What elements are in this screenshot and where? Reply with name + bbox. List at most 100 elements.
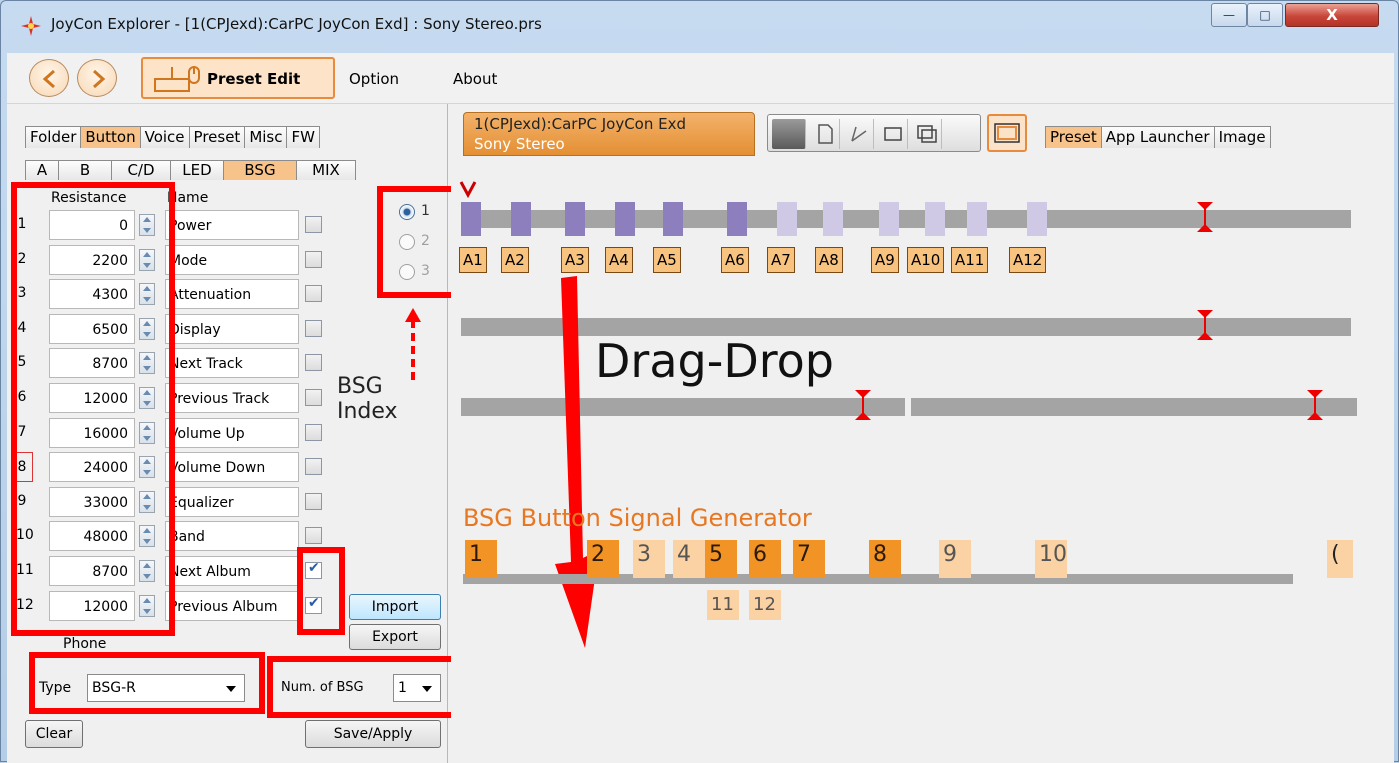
tab-folder[interactable]: Folder (25, 126, 82, 148)
tab-mix[interactable]: MIX (296, 160, 356, 180)
close-button[interactable]: X (1285, 3, 1379, 27)
button-slot[interactable] (663, 202, 683, 236)
resistance-input[interactable]: 4300 (49, 279, 135, 310)
forward-button[interactable] (77, 59, 117, 97)
resistance-input[interactable]: 24000 (49, 452, 135, 483)
bsg-button-1[interactable]: 1 (465, 540, 497, 578)
resistance-input[interactable]: 0 (49, 210, 135, 240)
button-slot[interactable] (823, 202, 843, 236)
row-checkbox[interactable] (305, 216, 322, 233)
tab-b[interactable]: B (58, 160, 112, 180)
row-checkbox[interactable] (305, 354, 322, 372)
resistance-input[interactable]: 6500 (49, 313, 135, 344)
slot-label[interactable]: A1 (459, 247, 487, 273)
button-slot[interactable] (727, 202, 747, 236)
slot-label[interactable]: A3 (561, 247, 589, 273)
slot-label[interactable]: A11 (951, 247, 989, 273)
tab-fw[interactable]: FW (286, 126, 320, 148)
tab-active-preset[interactable]: 1(CPJexd):CarPC JoyCon Exd Sony Stereo (463, 112, 755, 156)
tab-image[interactable]: Image (1213, 126, 1271, 148)
name-input[interactable]: Band (165, 521, 299, 552)
slot-label[interactable]: A10 (907, 247, 945, 273)
resistance-input[interactable]: 48000 (49, 521, 135, 552)
name-input[interactable]: Previous Album (165, 590, 299, 621)
slot-label[interactable]: A4 (605, 247, 633, 273)
fit-view-button[interactable] (987, 114, 1027, 152)
row-checkbox[interactable] (305, 389, 322, 406)
row-checkbox[interactable] (305, 319, 322, 337)
slot-label[interactable]: A5 (653, 247, 681, 273)
bsg-button-4[interactable]: 4 (673, 540, 705, 578)
bsg-button-6[interactable]: 6 (749, 540, 781, 578)
new-button[interactable] (810, 119, 840, 149)
slot-label[interactable]: A8 (815, 247, 843, 273)
row-checkbox[interactable] (305, 492, 322, 510)
resistance-input[interactable]: 33000 (49, 486, 135, 517)
tab-bsg[interactable]: BSG (223, 160, 297, 180)
resistance-spinner[interactable] (139, 352, 155, 375)
tab-app-launcher[interactable]: App Launcher (1100, 126, 1215, 148)
resistance-input[interactable]: 8700 (49, 348, 135, 379)
slot-label[interactable]: A7 (767, 247, 795, 273)
name-input[interactable]: Power (165, 210, 299, 240)
resistance-spinner[interactable] (139, 525, 155, 548)
name-input[interactable]: Next Album (165, 556, 299, 586)
bsg-button-8[interactable]: 8 (869, 540, 901, 578)
resistance-spinner[interactable] (139, 317, 155, 340)
resistance-input[interactable]: 12000 (49, 383, 135, 413)
bsg-button-5[interactable]: 5 (705, 540, 737, 578)
resistance-spinner[interactable] (139, 283, 155, 306)
row-checkbox[interactable] (305, 250, 322, 268)
slot-label[interactable]: A12 (1009, 247, 1047, 273)
button-slot[interactable] (1027, 202, 1047, 236)
slot-label[interactable]: A9 (871, 247, 899, 273)
copy-button[interactable] (912, 119, 942, 149)
save-apply-button[interactable]: Save/Apply (305, 720, 441, 748)
tab-preset-view[interactable]: Preset (1045, 126, 1102, 148)
tab-misc[interactable]: Misc (244, 126, 288, 148)
rect-button[interactable] (878, 119, 908, 149)
button-slot[interactable] (967, 202, 987, 236)
row-checkbox[interactable] (305, 423, 322, 441)
record-button[interactable] (772, 119, 806, 149)
tab-led[interactable]: LED (170, 160, 224, 180)
range-marker[interactable] (1197, 202, 1213, 232)
button-slot[interactable] (925, 202, 945, 236)
button-slot[interactable] (777, 202, 797, 236)
row-checkbox[interactable] (305, 458, 322, 476)
name-input[interactable]: Next Track (165, 348, 299, 379)
tab-preset[interactable]: Preset (188, 126, 246, 148)
name-input[interactable]: Display (165, 313, 299, 344)
slot-label[interactable]: A6 (721, 247, 749, 273)
type-select[interactable]: BSG-R (87, 674, 245, 702)
resistance-spinner[interactable] (139, 421, 155, 444)
row-checkbox[interactable] (305, 595, 322, 614)
resistance-input[interactable]: 12000 (49, 590, 135, 621)
resistance-spinner[interactable] (139, 490, 155, 513)
resistance-spinner[interactable] (139, 594, 155, 617)
bsg-button-12[interactable]: 12 (749, 590, 781, 620)
import-button[interactable]: Import (349, 594, 441, 620)
resistance-spinner[interactable] (139, 214, 155, 236)
range-marker[interactable] (1197, 310, 1213, 340)
range-marker[interactable] (855, 390, 871, 420)
name-input[interactable]: Volume Up (165, 417, 299, 448)
button-slot[interactable] (511, 202, 531, 236)
export-button[interactable]: Export (349, 624, 441, 650)
bsg-end-handle[interactable]: ( (1327, 540, 1353, 578)
slot-label[interactable]: A2 (501, 247, 529, 273)
resistance-spinner[interactable] (139, 456, 155, 479)
check-button[interactable] (844, 119, 874, 149)
button-slot[interactable] (615, 202, 635, 236)
preset-edit-button[interactable]: Preset Edit (141, 57, 335, 99)
name-input[interactable]: Volume Down (165, 452, 299, 483)
name-input[interactable]: Mode (165, 244, 299, 275)
button-slot[interactable] (461, 202, 481, 236)
name-input[interactable]: Attenuation (165, 279, 299, 310)
button-slot[interactable] (879, 202, 899, 236)
bsg-button-10[interactable]: 10 (1035, 540, 1067, 578)
resistance-spinner[interactable] (139, 560, 155, 582)
tab-a[interactable]: A (25, 160, 59, 180)
maximize-button[interactable]: □ (1247, 3, 1283, 27)
name-input[interactable]: Equalizer (165, 486, 299, 517)
